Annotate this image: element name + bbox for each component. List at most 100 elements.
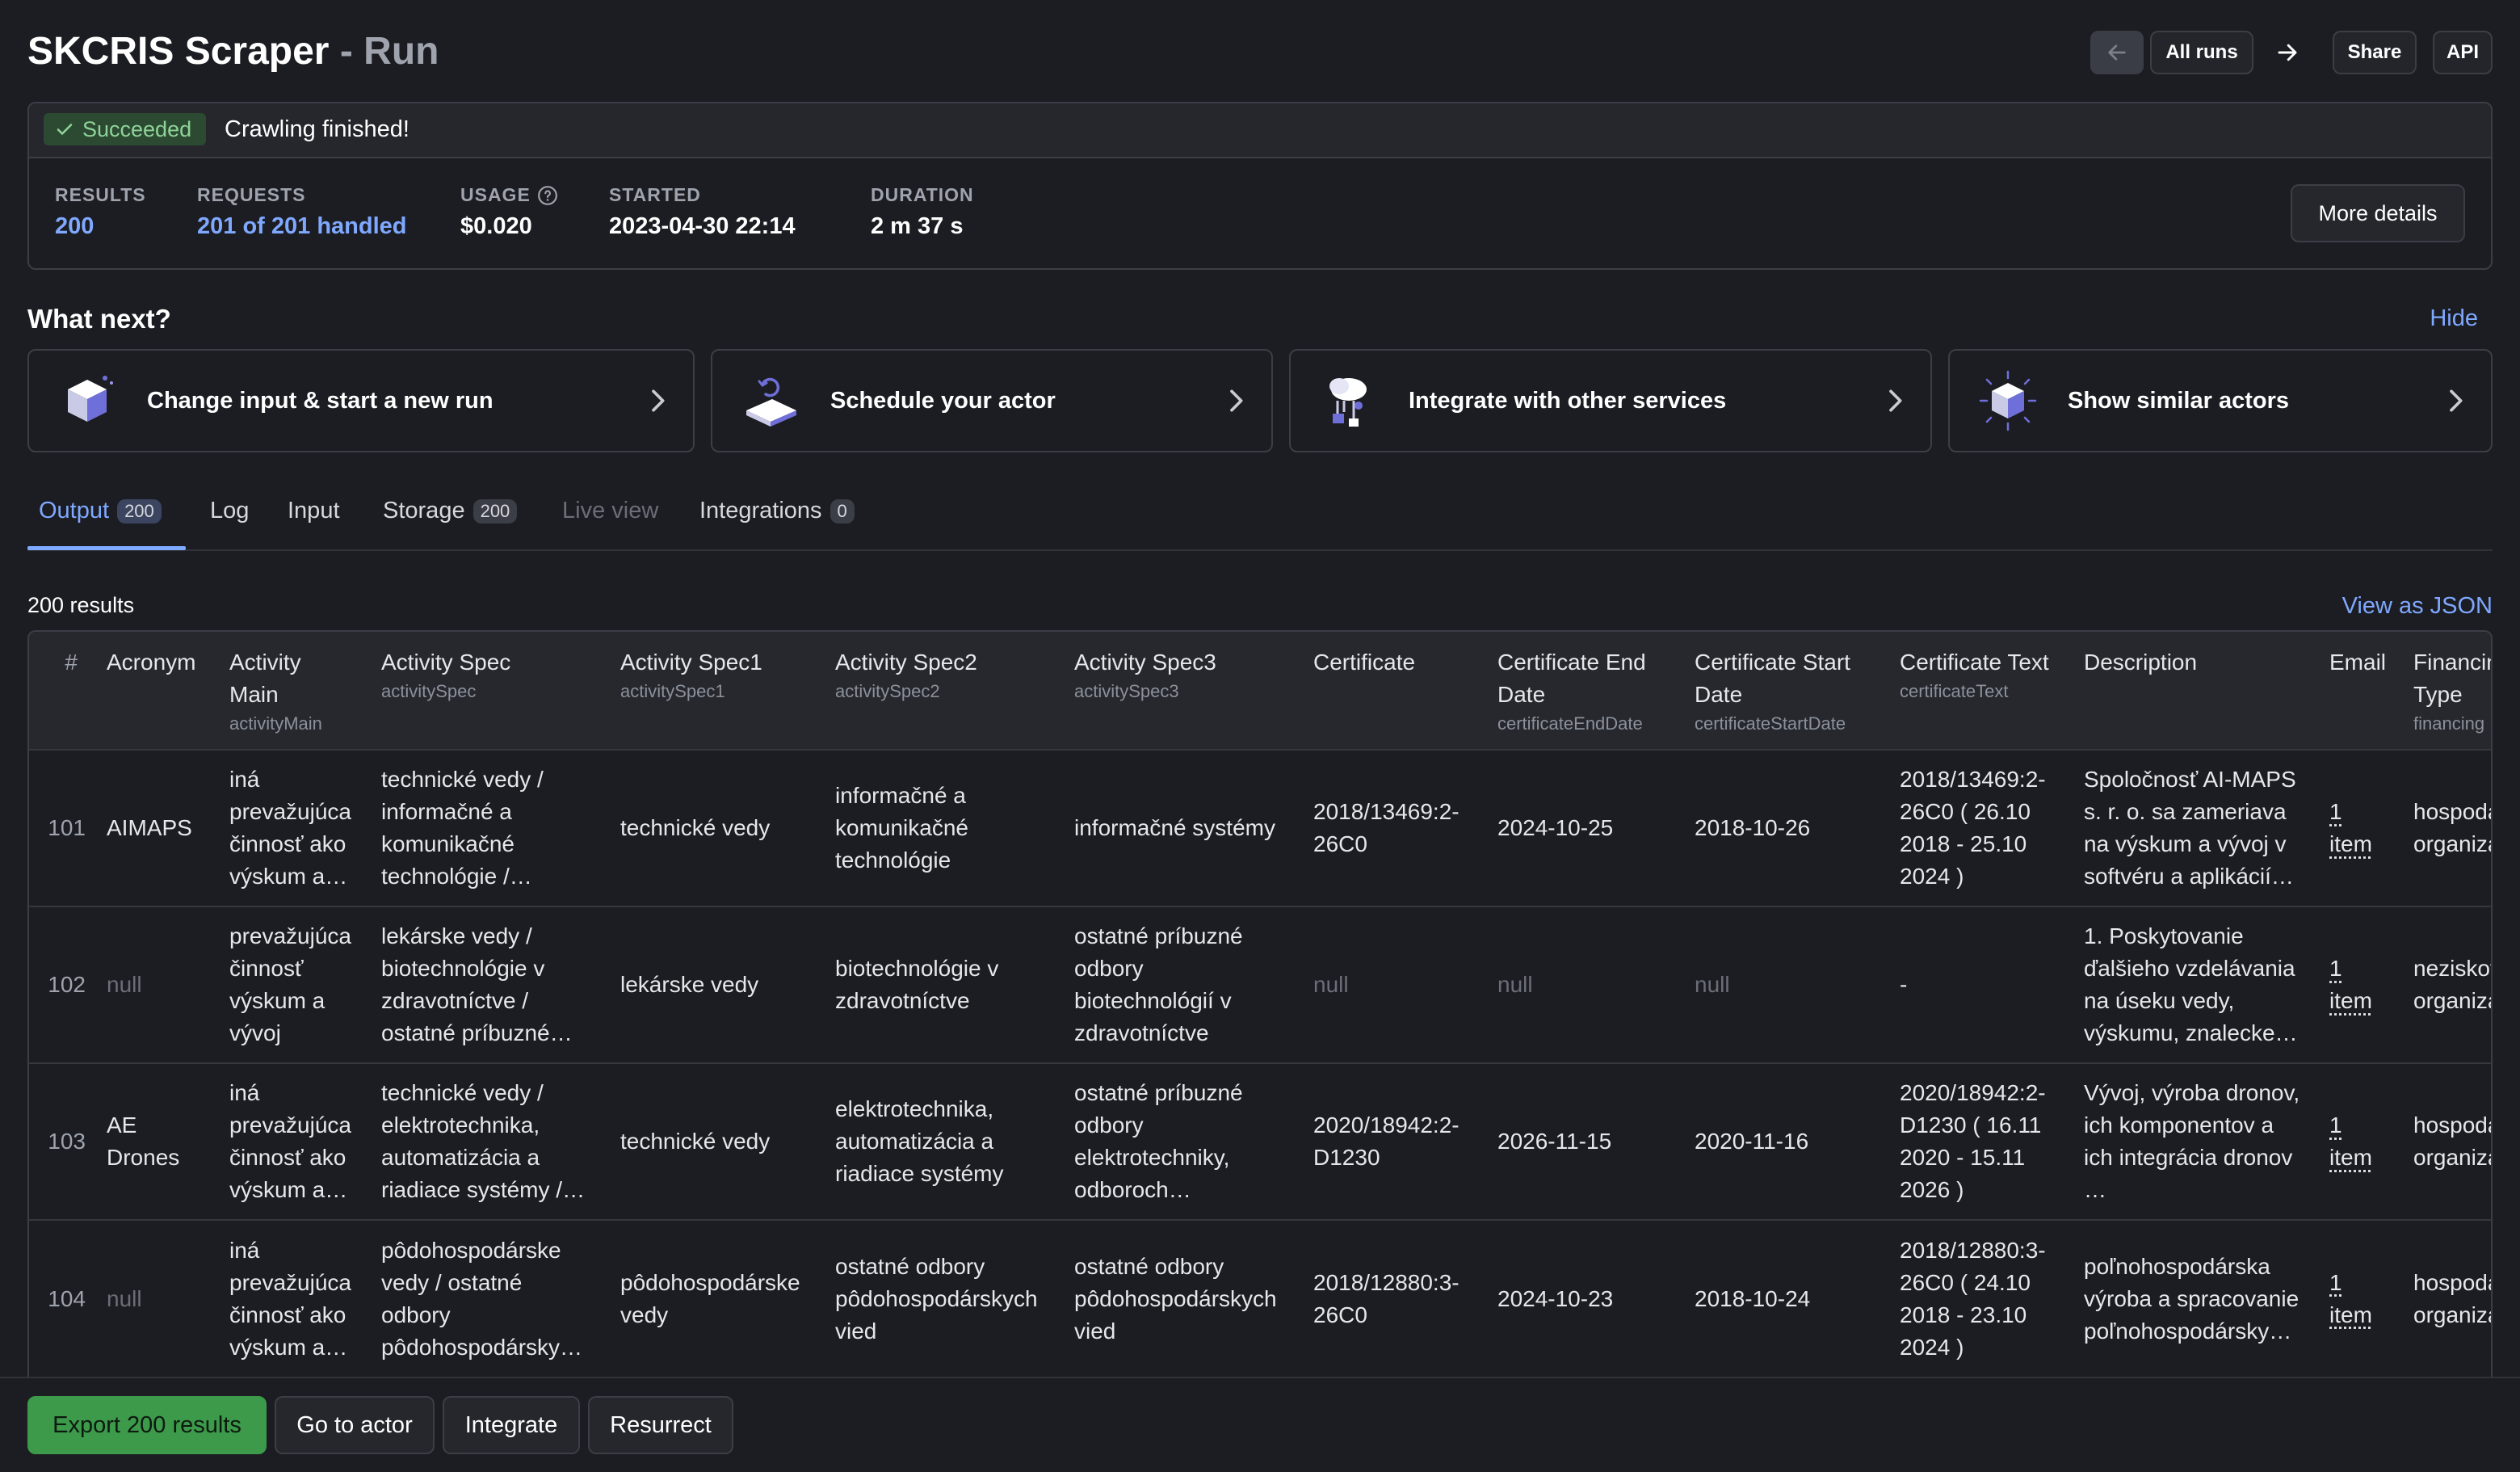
cell-value: 2020/18942:2-D1230 ( 16.11 2020 - 15.11 …	[1900, 1077, 2055, 1206]
go-to-actor-button[interactable]: Go to actor	[275, 1396, 435, 1454]
all-runs-button[interactable]: All runs	[2150, 31, 2253, 74]
column-header[interactable]: #	[29, 632, 92, 750]
card-similar-actors[interactable]: Show similar actors	[1948, 349, 2493, 452]
hide-link[interactable]: Hide	[2430, 305, 2478, 332]
column-header[interactable]: Activity Spec3 activitySpec3	[1060, 632, 1299, 750]
next-run-button[interactable]	[2265, 31, 2310, 74]
cell-value: technické vedy / elektrotechnika, automa…	[381, 1077, 591, 1206]
column-header[interactable]: Email	[2315, 632, 2399, 750]
check-icon	[55, 120, 74, 139]
cell-value: ostatné odbory pôdohospodárskych vied	[1074, 1251, 1284, 1348]
table-cell: 2026-11-15	[1483, 1063, 1680, 1220]
cell-value: null	[107, 969, 200, 1001]
table-row[interactable]: 103 AE Drones iná prevažujúca činnosť ako …	[29, 1063, 2493, 1220]
table-cell: prevažujúca činnosť výskum a vývoj	[215, 906, 367, 1063]
table-cell: ostatné odbory pôdohospodárskych vied	[821, 1220, 1060, 1377]
tab-storage[interactable]: Storage 200	[383, 498, 517, 524]
table-cell[interactable]: 1 item	[2315, 1063, 2399, 1220]
stat-usage-label-wrap: USAGE	[460, 184, 558, 206]
column-header[interactable]: Financing Type financing	[2399, 632, 2493, 750]
column-header[interactable]: Certificate Start Date certificateStartDa…	[1680, 632, 1885, 750]
table-cell: 2018/13469:2-26C0 ( 26.10 2018 - 25.10 2…	[1885, 750, 2069, 906]
page-title: SKCRIS Scraper - Run	[27, 29, 439, 74]
cell-value: 2024-10-25	[1497, 812, 1665, 844]
share-button[interactable]: Share	[2333, 31, 2417, 74]
column-label: Activity Spec1	[620, 646, 806, 679]
tab-integrations[interactable]: Integrations 0	[699, 498, 855, 524]
column-header[interactable]: Certificate Text certificateText	[1885, 632, 2069, 750]
table-cell: null	[1299, 906, 1483, 1063]
integrate-button[interactable]: Integrate	[443, 1396, 580, 1454]
tab-label: Live view	[562, 498, 658, 524]
table-cell: Spoločnosť AI-MAPS s. r. o. sa zameriava…	[2069, 750, 2315, 906]
cell-value: 101	[44, 812, 86, 844]
table-cell: -	[1885, 906, 2069, 1063]
stat-requests-value[interactable]: 201 of 201 handled	[197, 213, 407, 240]
column-header[interactable]: Certificate End Date certificateEndDate	[1483, 632, 1680, 750]
table-cell: pôdohospodárske vedy / ostatné odbory pô…	[367, 1220, 606, 1377]
item-link[interactable]: 1 item	[2329, 1109, 2384, 1174]
table-row[interactable]: 104 null iná prevažujúca činnosť ako výsku…	[29, 1220, 2493, 1377]
table-row[interactable]: 101 AIMAPS iná prevažujúca činnosť ako výs…	[29, 750, 2493, 906]
column-header[interactable]: Certificate	[1299, 632, 1483, 750]
table-cell: null	[92, 1220, 215, 1377]
table-cell[interactable]: 1 item	[2315, 906, 2399, 1063]
table-row[interactable]: 102 null prevažujúca činnosť výskum a vývo…	[29, 906, 2493, 1063]
export-results-button[interactable]: Export 200 results	[27, 1396, 267, 1454]
view-as-json-link[interactable]: View as JSON	[2342, 593, 2493, 620]
run-suffix: - Run	[340, 30, 439, 73]
table-cell: lekárske vedy	[606, 906, 821, 1063]
cell-value: iná prevažujúca činnosť ako výskum a…	[229, 1077, 352, 1206]
column-label: Certificate Start Date	[1695, 646, 1871, 711]
table-cell: 2024-10-25	[1483, 750, 1680, 906]
cell-value: ostatné príbuzné odbory biotechnológií v…	[1074, 920, 1284, 1049]
tab-live-view: Live view	[562, 498, 658, 524]
card-change-input[interactable]: Change input & start a new run	[27, 349, 695, 452]
card-schedule-actor[interactable]: Schedule your actor	[711, 349, 1273, 452]
table-cell: biotechnológie v zdravotníctve	[821, 906, 1060, 1063]
item-link[interactable]: 1 item	[2329, 796, 2384, 860]
item-link[interactable]: 1 item	[2329, 953, 2384, 1017]
table-cell[interactable]: 1 item	[2315, 1220, 2399, 1377]
cell-value: iná prevažujúca činnosť ako výskum a…	[229, 763, 352, 893]
column-label: Certificate	[1313, 646, 1468, 679]
more-details-button[interactable]: More details	[2291, 184, 2465, 242]
tab-input[interactable]: Input	[288, 498, 340, 524]
stat-duration-label: DURATION	[871, 184, 974, 206]
column-header[interactable]: Activity Spec1 activitySpec1	[606, 632, 821, 750]
table-cell[interactable]: 1 item	[2315, 750, 2399, 906]
table-cell: null	[92, 906, 215, 1063]
cell-value: 2020-11-16	[1695, 1125, 1871, 1158]
column-header[interactable]: Activity Spec2 activitySpec2	[821, 632, 1060, 750]
cell-value: 1. Poskytovanie ďalšieho vzdelávania na …	[2084, 920, 2300, 1049]
column-label: Description	[2084, 646, 2300, 679]
cell-value: nezisková organizácia	[2413, 953, 2493, 1017]
column-label: Certificate Text	[1900, 646, 2055, 679]
cell-value: Spoločnosť AI-MAPS s. r. o. sa zameriava…	[2084, 763, 2300, 893]
tab-output[interactable]: Output 200	[39, 498, 162, 524]
card-integrate-services[interactable]: Integrate with other services	[1289, 349, 1932, 452]
table-cell: hospodárska organizácia	[2399, 1063, 2493, 1220]
column-label: #	[44, 646, 78, 679]
column-label: Acronym	[107, 646, 200, 679]
cell-value: lekárske vedy	[620, 969, 806, 1001]
column-header[interactable]: Activity Spec activitySpec	[367, 632, 606, 750]
column-header[interactable]: Acronym	[92, 632, 215, 750]
stat-usage-label: USAGE	[460, 184, 531, 206]
cell-value: pôdohospodárske vedy	[620, 1267, 806, 1331]
column-header[interactable]: Activity Main activityMain	[215, 632, 367, 750]
tab-log[interactable]: Log	[210, 498, 249, 524]
cell-value: ostatné odbory pôdohospodárskych vied	[835, 1251, 1045, 1348]
column-label: Email	[2329, 646, 2384, 679]
cell-value: prevažujúca činnosť výskum a vývoj	[229, 920, 352, 1049]
table-cell: hospodárska organizácia	[2399, 750, 2493, 906]
resurrect-button[interactable]: Resurrect	[588, 1396, 733, 1454]
item-link[interactable]: 1 item	[2329, 1267, 2384, 1331]
column-header[interactable]: Description	[2069, 632, 2315, 750]
previous-run-button[interactable]	[2090, 31, 2144, 74]
table-cell: 104	[29, 1220, 92, 1377]
table-cell: technické vedy / elektrotechnika, automa…	[367, 1063, 606, 1220]
api-button[interactable]: API	[2433, 31, 2493, 74]
stat-results-value[interactable]: 200	[55, 213, 94, 240]
help-icon[interactable]	[537, 185, 558, 206]
